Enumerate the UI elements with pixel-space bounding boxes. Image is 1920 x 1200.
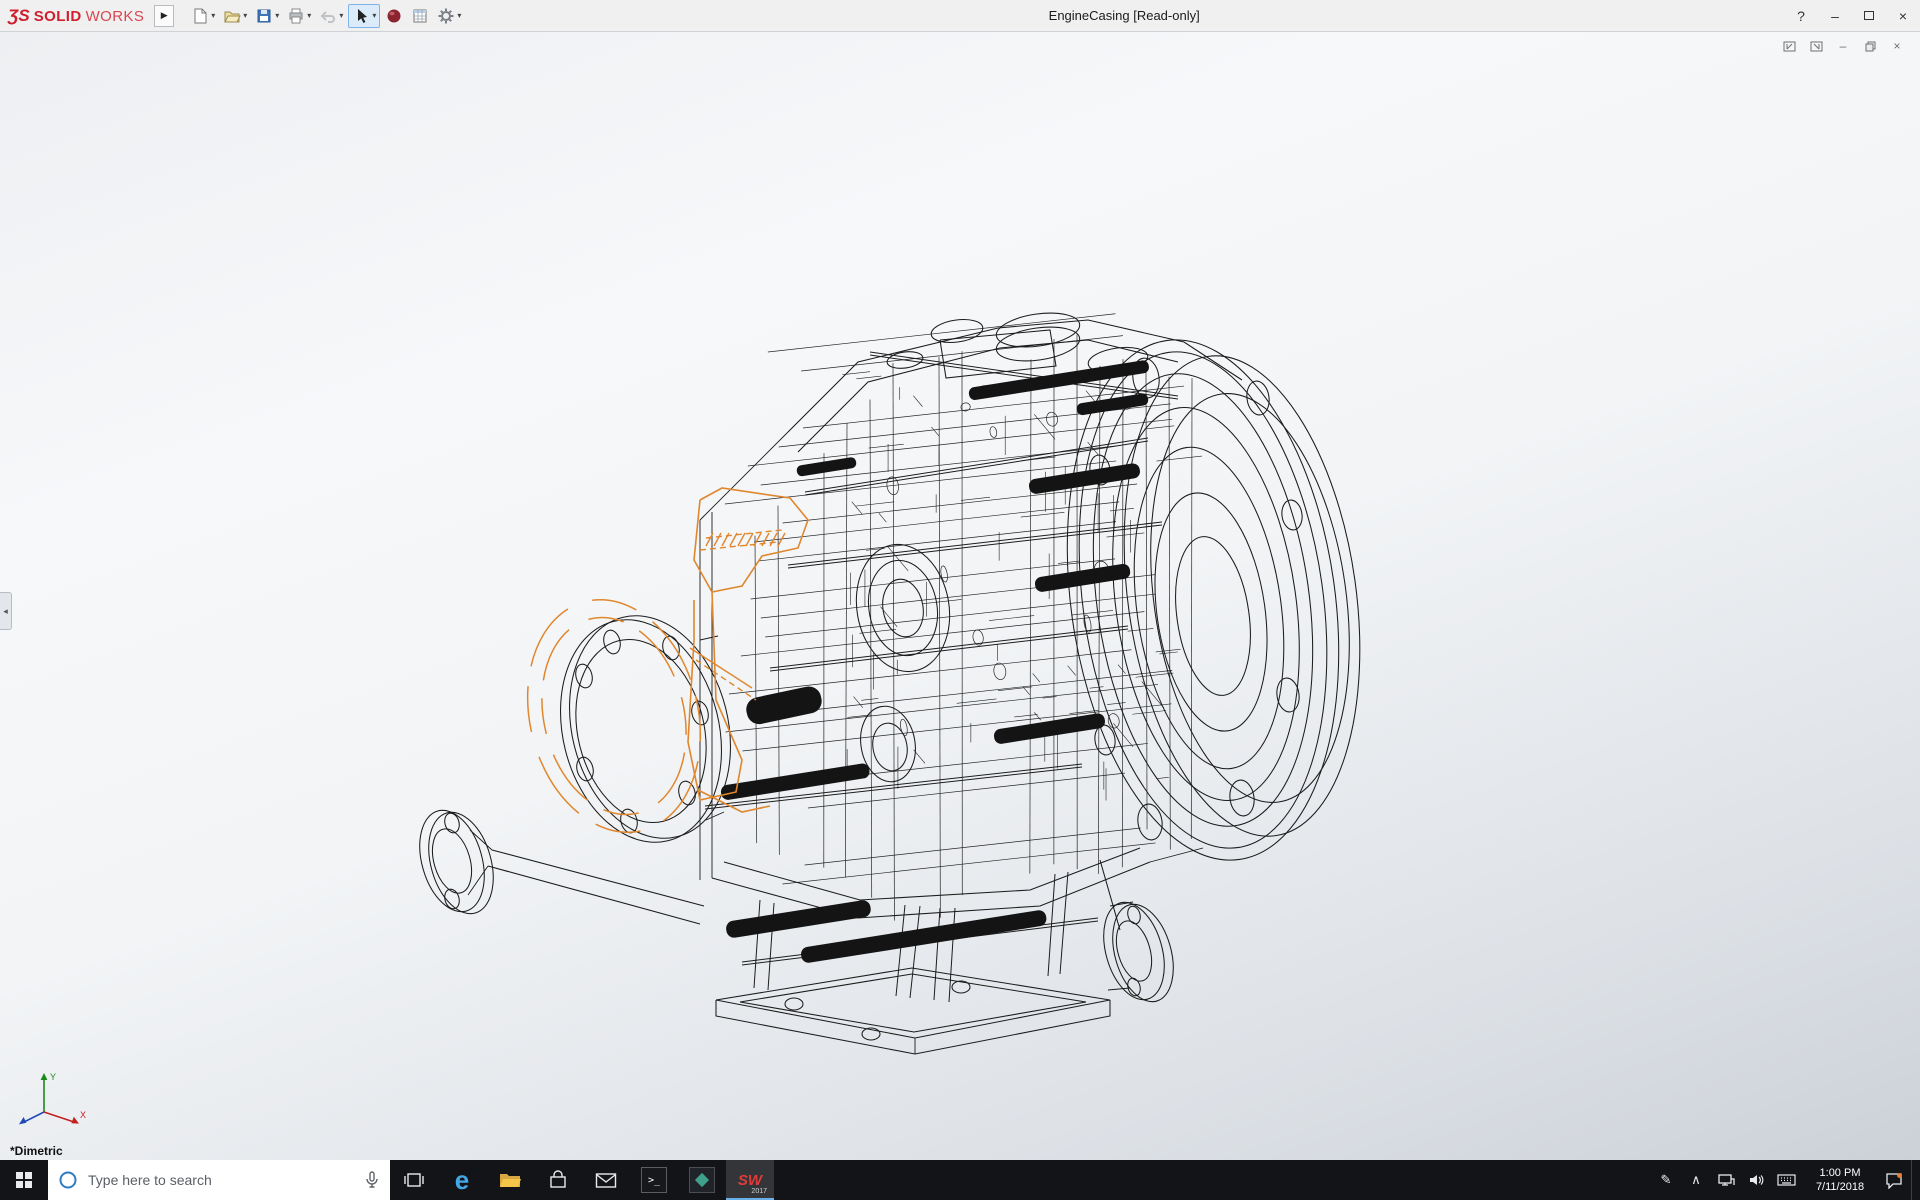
file-explorer-icon — [498, 1170, 522, 1190]
pane-forward-icon — [1810, 41, 1823, 52]
windows-ink-button[interactable]: ✎ — [1653, 1160, 1679, 1200]
pen-icon: ✎ — [1661, 1172, 1672, 1188]
doc-restore-icon — [1865, 41, 1876, 52]
design-table-icon — [411, 7, 429, 25]
pane-back-button[interactable] — [1780, 38, 1798, 54]
file-explorer-button[interactable] — [486, 1160, 534, 1200]
options-button[interactable]: ▾ — [434, 5, 464, 27]
undo-arrow-icon — [319, 7, 337, 25]
new-document-button[interactable]: ▾ — [188, 5, 218, 27]
volume-icon — [1747, 1172, 1765, 1188]
start-button[interactable] — [0, 1160, 48, 1200]
select-tool-button[interactable]: ▾ — [348, 4, 380, 28]
pane-back-icon — [1783, 41, 1796, 52]
orientation-triad[interactable]: Y X — [14, 1068, 94, 1130]
select-cursor-icon — [352, 7, 370, 25]
windows-taskbar: e >_ SW 2017 ✎ ∧ 1:00 PM 7/11/2018 — [0, 1160, 1920, 1200]
save-floppy-icon — [255, 7, 273, 25]
edge-button[interactable]: e — [438, 1160, 486, 1200]
volume-button[interactable] — [1743, 1160, 1769, 1200]
doc-minimize-button[interactable]: – — [1834, 38, 1852, 54]
maximize-button[interactable] — [1852, 0, 1886, 32]
minimize-button[interactable]: – — [1818, 0, 1852, 32]
options-gear-icon — [437, 7, 455, 25]
undo-button[interactable]: ▾ — [316, 5, 346, 27]
window-controls: ? – × — [1784, 0, 1920, 32]
ds-logo-glyph: ƷS — [8, 6, 30, 26]
pane-forward-button[interactable] — [1807, 38, 1825, 54]
action-center-icon — [1885, 1172, 1903, 1189]
edge-icon: e — [455, 1167, 469, 1193]
store-button[interactable] — [534, 1160, 582, 1200]
cortana-icon — [58, 1170, 78, 1190]
triad-x-label: X — [80, 1110, 86, 1120]
task-view-icon — [403, 1171, 425, 1189]
taskbar-clock[interactable]: 1:00 PM 7/11/2018 — [1803, 1166, 1877, 1194]
keyboard-icon — [1777, 1173, 1796, 1187]
touch-keyboard-button[interactable] — [1773, 1160, 1799, 1200]
feature-manager-collapsed-tab[interactable]: ◂ — [0, 592, 12, 630]
view-orientation-label: *Dimetric — [10, 1144, 63, 1158]
solidworks-logo: ƷSSOLIDWORKS — [0, 6, 154, 26]
network-button[interactable] — [1713, 1160, 1739, 1200]
doc-restore-button[interactable] — [1861, 38, 1879, 54]
clock-time: 1:00 PM — [1803, 1166, 1877, 1180]
system-tray: ✎ ∧ 1:00 PM 7/11/2018 — [1653, 1160, 1920, 1200]
print-button[interactable]: ▾ — [284, 5, 314, 27]
mail-button[interactable] — [582, 1160, 630, 1200]
command-prompt-button[interactable]: >_ — [630, 1160, 678, 1200]
triad-y-axis: Y — [41, 1072, 56, 1112]
action-center-button[interactable] — [1881, 1160, 1907, 1200]
maximize-icon — [1864, 11, 1874, 20]
material-sphere-button[interactable] — [382, 5, 406, 27]
taskbar-empty-space — [774, 1160, 1653, 1200]
hidden-icons-button[interactable]: ∧ — [1683, 1160, 1709, 1200]
network-icon — [1717, 1172, 1735, 1188]
triad-x-axis: X — [44, 1110, 86, 1124]
engine-wireframe-model — [0, 32, 1920, 1160]
triad-z-axis — [19, 1112, 44, 1124]
microphone-icon[interactable] — [364, 1171, 380, 1189]
help-button[interactable]: ? — [1784, 0, 1818, 32]
chevron-up-icon: ∧ — [1691, 1172, 1701, 1188]
new-document-icon — [191, 7, 209, 25]
document-window-controls: – × — [1780, 38, 1906, 54]
windows-logo-icon — [16, 1172, 32, 1188]
store-bag-icon — [548, 1170, 568, 1190]
show-desktop-button[interactable] — [1911, 1160, 1918, 1200]
save-button[interactable]: ▾ — [252, 5, 282, 27]
document-title: EngineCasing [Read-only] — [464, 8, 1784, 23]
material-sphere-icon — [385, 7, 403, 25]
printer-icon — [287, 7, 305, 25]
solidworks-taskbar-button[interactable]: SW 2017 — [726, 1160, 774, 1200]
mail-envelope-icon — [595, 1172, 617, 1189]
app-tile-icon — [689, 1167, 715, 1193]
close-button[interactable]: × — [1886, 0, 1920, 32]
design-table-button[interactable] — [408, 5, 432, 27]
task-view-button[interactable] — [390, 1160, 438, 1200]
taskbar-search-box[interactable] — [48, 1160, 390, 1200]
app-tile-button[interactable] — [678, 1160, 726, 1200]
clock-date: 7/11/2018 — [1803, 1180, 1877, 1194]
triad-y-label: Y — [50, 1072, 56, 1082]
command-prompt-icon: >_ — [641, 1167, 667, 1193]
open-button[interactable]: ▾ — [220, 5, 250, 27]
doc-close-button[interactable]: × — [1888, 38, 1906, 54]
open-folder-icon — [223, 7, 241, 25]
search-input[interactable] — [86, 1171, 356, 1189]
quick-access-toolbar: ▾ ▾ ▾ ▾ ▾ ▾ ▾ — [188, 0, 464, 32]
graphics-area[interactable]: – × ◂ Y X *Dimetric — [0, 32, 1920, 1160]
app-titlebar: ƷSSOLIDWORKS ▶ ▾ ▾ ▾ ▾ ▾ ▾ — [0, 0, 1920, 32]
menu-expand-button[interactable]: ▶ — [154, 5, 174, 27]
solidworks-app-icon: SW — [738, 1173, 762, 1188]
